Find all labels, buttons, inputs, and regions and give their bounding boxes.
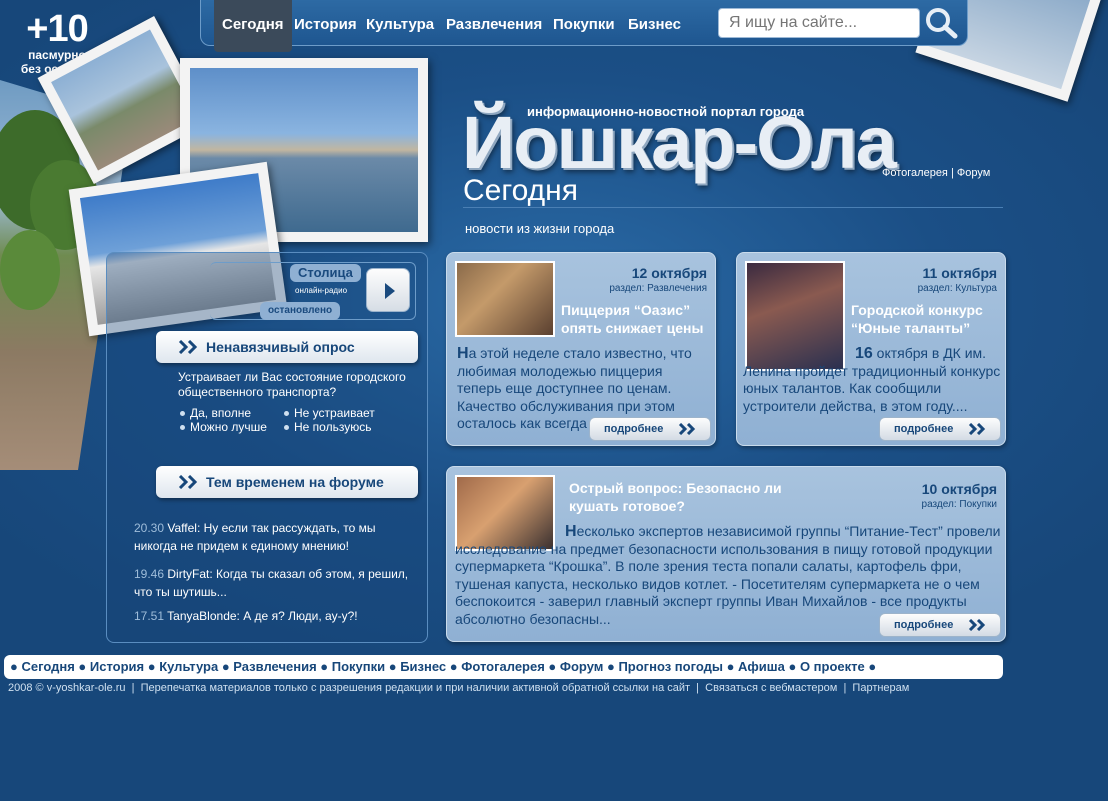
- bottomnav-item[interactable]: Покупки: [332, 659, 385, 674]
- post-author: Vaffel: [167, 521, 197, 535]
- double-arrow-icon: [968, 619, 986, 631]
- copyright-notice: Перепечатка материалов только с разрешен…: [140, 682, 691, 694]
- forum-post[interactable]: 20.30 Vaffel: Ну если так рассуждать, то…: [134, 519, 414, 555]
- forum-post[interactable]: 19.46 DirtyFat: Когда ты сказал об этом,…: [134, 565, 414, 601]
- more-button[interactable]: подробнее: [879, 613, 1001, 637]
- topnav-item-razvlecheniya[interactable]: Развлечения: [446, 0, 542, 46]
- news-thumbnail[interactable]: [455, 261, 555, 337]
- news-date: 11 октября: [922, 265, 997, 281]
- forum-link[interactable]: Форум: [957, 167, 990, 179]
- radio-station-name: Столица: [290, 264, 361, 282]
- photogallery-link[interactable]: Фотогалерея: [882, 167, 948, 179]
- bottomnav-item[interactable]: Культура: [159, 659, 218, 674]
- bottomnav-item[interactable]: Бизнес: [400, 659, 446, 674]
- header-links: Фотогалерея | Форум: [882, 167, 990, 179]
- radio-status: остановлено: [260, 302, 341, 320]
- news-card: 12 октября раздел: Развлечения Пиццерия …: [446, 252, 716, 446]
- double-arrow-icon: [178, 475, 198, 489]
- more-button[interactable]: подробнее: [879, 417, 1001, 441]
- temperature: +10: [26, 8, 88, 50]
- double-arrow-icon: [678, 423, 696, 435]
- site-tagline: информационно-новостной портал города: [527, 104, 805, 119]
- poll-option-label: Да, вполне: [190, 406, 252, 420]
- news-card: 10 октября раздел: Покупки Острый вопрос…: [446, 466, 1006, 642]
- topnav-item-pokupki[interactable]: Покупки: [553, 0, 615, 46]
- bottomnav-item[interactable]: Фотогалерея: [461, 659, 545, 674]
- forum-heading-text: Тем временем на форуме: [206, 474, 384, 490]
- news-rubric: раздел: Покупки: [921, 499, 997, 510]
- radio-play-button[interactable]: [366, 268, 410, 312]
- poll-option-2[interactable]: Не устраивает: [284, 406, 375, 420]
- news-title[interactable]: Острый вопрос: Безопасно ли кушать готов…: [569, 479, 809, 515]
- copyright: 2008 © v-yoshkar-ole.ru: [8, 682, 126, 694]
- site-slogan: новости из жизни города: [465, 221, 615, 236]
- post-time: 19.46: [134, 567, 165, 581]
- topnav-item-segodnya[interactable]: Сегодня: [214, 0, 292, 52]
- link-separator: |: [950, 167, 954, 179]
- news-rubric: раздел: Развлечения: [609, 283, 707, 294]
- poll-option-1[interactable]: Да, вполне: [180, 406, 251, 420]
- page-subtitle: Сегодня: [463, 174, 578, 207]
- more-label: подробнее: [894, 423, 954, 435]
- topnav-item-istoriya[interactable]: История: [294, 0, 357, 46]
- news-lead-letter: 16: [855, 345, 873, 362]
- news-lead-letter: Н: [457, 345, 469, 362]
- topnav-item-kultura[interactable]: Культура: [366, 0, 434, 46]
- more-label: подробнее: [604, 423, 664, 435]
- more-label: подробнее: [894, 619, 954, 631]
- news-body: 16 октября в ДК им. Ленина пройдет тради…: [743, 345, 1001, 415]
- partners-link[interactable]: Партнерам: [852, 682, 909, 694]
- post-time: 20.30: [134, 521, 165, 535]
- footer: 2008 © v-yoshkar-ole.ru | Перепечатка ма…: [8, 682, 910, 694]
- contact-webmaster-link[interactable]: Связаться с вебмастером: [705, 682, 837, 694]
- poll-heading-text: Ненавязчивый опрос: [206, 339, 355, 355]
- double-arrow-icon: [178, 340, 198, 354]
- forum-post[interactable]: 17.51 TanyaBlonde: А де я? Люди, ау-у?!: [134, 607, 414, 625]
- bottomnav-item[interactable]: История: [90, 659, 144, 674]
- post-text: А де я? Люди, ау-у?!: [243, 609, 358, 623]
- bottomnav-item[interactable]: Сегодня: [21, 659, 74, 674]
- bottomnav-item[interactable]: Форум: [560, 659, 603, 674]
- bottomnav-item[interactable]: Развлечения: [233, 659, 316, 674]
- topnav-item-biznes[interactable]: Бизнес: [628, 0, 681, 46]
- poll-question: Устраивает ли Вас состояние городского о…: [178, 370, 406, 399]
- news-lead-letter: Н: [565, 523, 577, 540]
- search-icon: [926, 8, 958, 39]
- bottom-navigation: ● Сегодня ● История ● Культура ● Развлеч…: [4, 655, 1003, 679]
- more-button[interactable]: подробнее: [589, 417, 711, 441]
- double-arrow-icon: [968, 423, 986, 435]
- poll-option-4[interactable]: Не пользуюсь: [284, 420, 371, 434]
- bottomnav-item[interactable]: О проекте: [800, 659, 865, 674]
- news-rubric: раздел: Культура: [917, 283, 997, 294]
- news-text: есколько экспертов независимой группы “П…: [455, 523, 1001, 627]
- news-date: 10 октября: [921, 481, 997, 497]
- news-title[interactable]: Городской конкурс “Юные таланты”: [851, 301, 1003, 337]
- header-divider: [463, 207, 1003, 208]
- poll-option-label: Не пользуюсь: [294, 420, 372, 434]
- play-icon: [385, 283, 395, 299]
- poll-heading: Ненавязчивый опрос: [156, 331, 418, 363]
- radio-type: онлайн-радио: [295, 286, 348, 295]
- top-navigation: Сегодня История Культура Развлечения Пок…: [200, 0, 968, 52]
- search-input[interactable]: [718, 8, 920, 38]
- poll-option-label: Не устраивает: [294, 406, 375, 420]
- poll-option-label: Можно лучше: [190, 420, 267, 434]
- poll-option-3[interactable]: Можно лучше: [180, 420, 267, 434]
- news-title[interactable]: Пиццерия “Оазис” опять снижает цены: [561, 301, 713, 337]
- forum-heading: Тем временем на форуме: [156, 466, 418, 498]
- post-author: TanyaBlonde: [167, 609, 237, 623]
- post-time: 17.51: [134, 609, 165, 623]
- bottomnav-item[interactable]: Прогноз погоды: [618, 659, 723, 674]
- news-card: 11 октября раздел: Культура Городской ко…: [736, 252, 1006, 446]
- search-button[interactable]: [923, 6, 959, 40]
- post-author: DirtyFat: [167, 567, 210, 581]
- news-date: 12 октября: [631, 265, 707, 281]
- bottomnav-item[interactable]: Афиша: [738, 659, 785, 674]
